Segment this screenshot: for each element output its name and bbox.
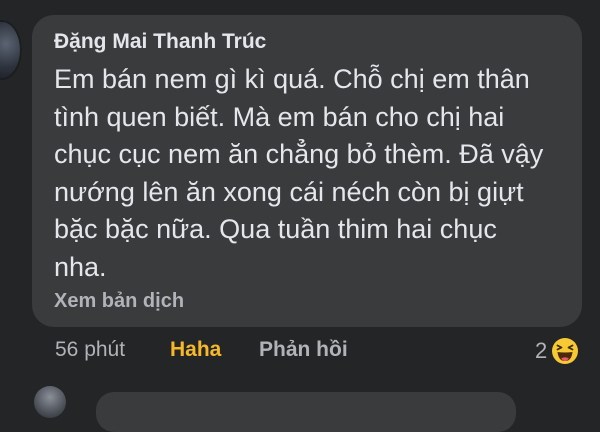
next-commenter-avatar[interactable]: [34, 386, 66, 418]
haha-emoji-icon: [550, 336, 580, 366]
comment-timestamp[interactable]: 56 phút: [55, 338, 125, 362]
haha-reaction-button[interactable]: Haha: [170, 338, 221, 362]
comment-text-line: bặc bặc nữa. Qua tuần thim hai chục: [54, 214, 497, 244]
reply-button[interactable]: Phản hồi: [259, 338, 348, 362]
comment-author-name[interactable]: Đặng Mai Thanh Trúc: [54, 30, 266, 54]
see-translation-link[interactable]: Xem bản dịch: [54, 290, 184, 313]
comment-text-line: nướng lên ăn xong cái néch còn bị giựt: [54, 176, 524, 207]
comment-text-line: tình quen biết. Mà em bán cho chị hai: [54, 101, 505, 132]
reaction-summary[interactable]: 2: [535, 334, 580, 368]
comment-text-line: nha.: [54, 251, 107, 282]
comment-text-line: chục cục nem ăn chẳng bỏ thèm. Đã vậy: [54, 139, 544, 169]
commenter-avatar[interactable]: [0, 20, 22, 80]
reaction-count: 2: [535, 338, 548, 363]
comment-text: Em bán nem gì kì quá. Chỗ chị em thân tì…: [54, 61, 574, 286]
next-comment-bubble: [96, 392, 516, 432]
comment-text-line: Em bán nem gì kì quá. Chỗ chị em thân: [54, 64, 530, 94]
